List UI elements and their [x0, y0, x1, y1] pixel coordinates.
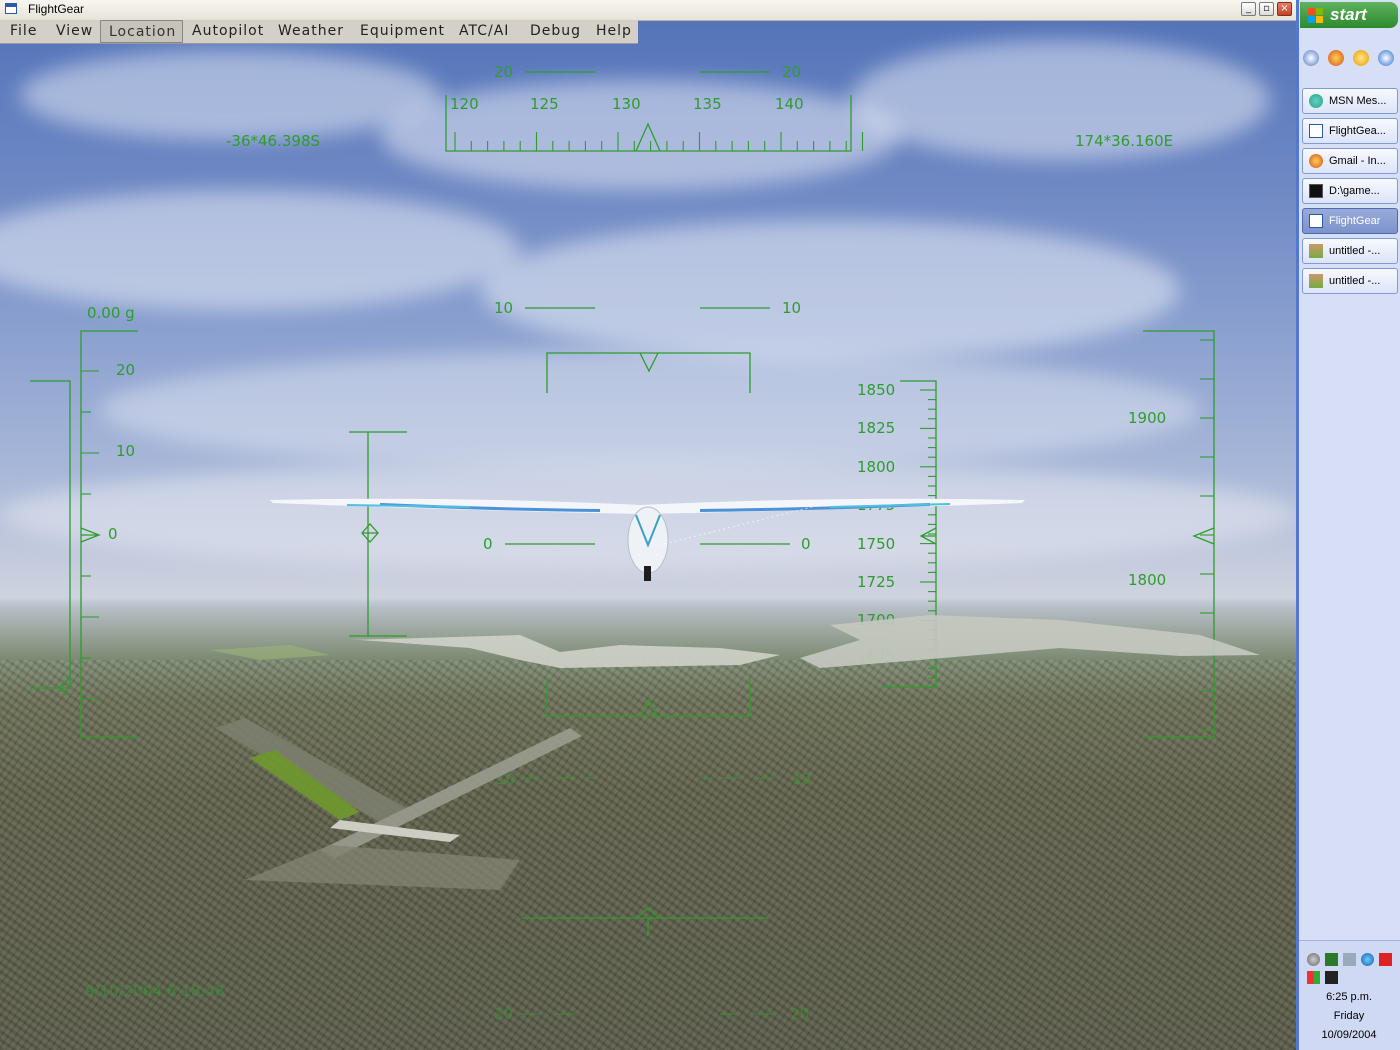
heading-tick-125: 125: [530, 95, 559, 113]
hud-timestamp: 9/10/2004 6:18:46: [85, 982, 225, 1000]
task-label: Gmail - In...: [1329, 155, 1386, 167]
speed-tick-20: 20: [116, 361, 135, 379]
vsi-tick-1900: 1900: [1128, 409, 1166, 427]
altitude-tick-1825: 1825: [857, 419, 895, 437]
altitude-tick-1800: 1800: [857, 458, 895, 476]
pitch-label-m20-right: 20: [790, 1005, 809, 1023]
latitude-readout: -36*46.398S: [226, 132, 320, 150]
system-tray: 6:25 p.m. Friday 10/09/2004: [1299, 940, 1400, 1050]
media-player-icon[interactable]: [1353, 50, 1369, 66]
pitch-label-10-left: 10: [494, 299, 513, 317]
altitude-tick-1750: 1750: [857, 535, 895, 553]
pitch-label-20-right: 20: [782, 63, 801, 81]
task-label: D:\game...: [1329, 185, 1380, 197]
pitch-label-20-left: 20: [494, 63, 513, 81]
internet-explorer-icon[interactable]: [1378, 50, 1394, 66]
task-label: untitled -...: [1329, 275, 1381, 287]
longitude-readout: 174*36.160E: [1075, 132, 1173, 150]
speed-tick-0: 0: [108, 525, 118, 543]
flightgear-window[interactable]: FlightGear _ ▫ × File View Location Auto…: [0, 0, 1296, 1050]
heading-tick-135: 135: [693, 95, 722, 113]
glider-aircraft: [270, 498, 1025, 581]
altitude-tick-1850: 1850: [857, 381, 895, 399]
altitude-tick-1725: 1725: [857, 573, 895, 591]
task-gmail[interactable]: Gmail - In...: [1302, 148, 1398, 174]
heading-tick-130: 130: [612, 95, 641, 113]
speed-tick-10: 10: [116, 442, 135, 460]
tray-icon-7[interactable]: [1325, 971, 1338, 984]
heading-tick-140: 140: [775, 95, 804, 113]
heading-tick-120: 120: [450, 95, 479, 113]
pitch-label-10-right: 10: [782, 299, 801, 317]
g-load-readout: 0.00 g: [87, 304, 135, 322]
task-label: untitled -...: [1329, 245, 1381, 257]
paint-icon: [1309, 274, 1323, 288]
task-paint-2[interactable]: untitled -...: [1302, 268, 1398, 294]
clock-time[interactable]: 6:25 p.m.: [1299, 991, 1399, 1003]
tray-icon-1[interactable]: [1307, 953, 1320, 966]
task-label: FlightGear: [1329, 215, 1381, 227]
tray-icon-5[interactable]: [1379, 953, 1392, 966]
task-label: FlightGea...: [1329, 125, 1386, 137]
start-button[interactable]: start: [1300, 2, 1398, 28]
windows-taskbar: start MSN Mes... FlightGea... Gmail - In…: [1296, 0, 1400, 1050]
pitch-label-m10-right: 10: [792, 770, 811, 788]
task-label: MSN Mes...: [1329, 95, 1387, 107]
runway: [215, 718, 582, 890]
pitch-label-0-left: 0: [483, 535, 493, 553]
window-icon: [1309, 214, 1323, 228]
task-msn[interactable]: MSN Mes...: [1302, 88, 1398, 114]
console-icon: [1309, 184, 1323, 198]
tray-icon-3[interactable]: [1343, 953, 1356, 966]
clock-day: Friday: [1333, 1010, 1365, 1022]
start-label: start: [1330, 5, 1367, 24]
tray-icon-4[interactable]: [1361, 953, 1374, 966]
task-flightgear-1[interactable]: FlightGea...: [1302, 118, 1398, 144]
window-icon: [1309, 124, 1323, 138]
task-paint-1[interactable]: untitled -...: [1302, 238, 1398, 264]
windows-flag-icon: [1308, 8, 1323, 23]
task-flightgear-active[interactable]: FlightGear: [1302, 208, 1398, 234]
firefox-quicklaunch-icon[interactable]: [1328, 50, 1344, 66]
pitch-label-0-right: 0: [801, 535, 811, 553]
tray-icon-2[interactable]: [1325, 953, 1338, 966]
firefox-icon: [1309, 154, 1323, 168]
tray-icon-6[interactable]: [1307, 971, 1320, 984]
hud-overlay: 20 20 10 10 0 0 10 10 20 20 120 125 130 …: [30, 63, 1260, 1023]
msn-icon: [1309, 94, 1323, 108]
vsi-tick-1800: 1800: [1128, 571, 1166, 589]
task-console[interactable]: D:\game...: [1302, 178, 1398, 204]
paint-icon: [1309, 244, 1323, 258]
clock-date: 10/09/2004: [1321, 1029, 1377, 1041]
pitch-label-m20-left: 20: [494, 1005, 513, 1023]
show-desktop-icon[interactable]: [1303, 50, 1319, 66]
